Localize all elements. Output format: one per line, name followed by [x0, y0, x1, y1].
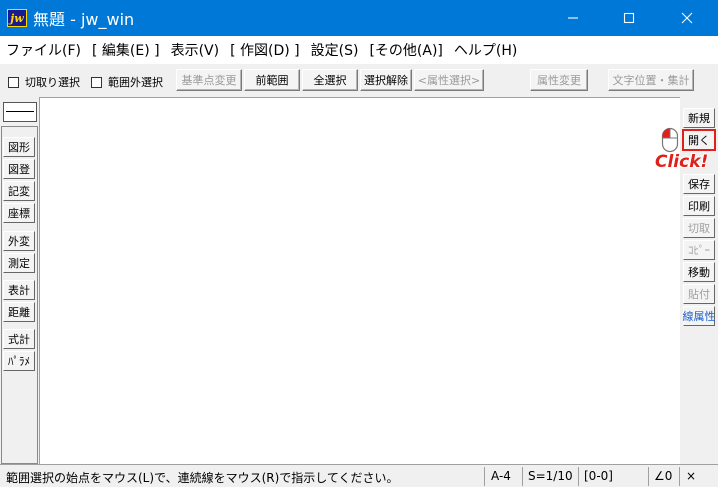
cut-select-checkbox[interactable]: 切取り選択 [8, 74, 80, 90]
click-annotation: Click! [655, 152, 709, 172]
outside-select-checkbox[interactable]: 範囲外選択 [91, 74, 163, 90]
menu-bar: ファイル(F) [ 編集(E) ] 表示(V) [ 作図(D) ] 設定(S) … [0, 36, 718, 64]
tool-copy[interactable]: ｺﾋﾟｰ [683, 240, 715, 260]
tool-symbol-change[interactable]: 記変 [3, 181, 35, 201]
tool-new[interactable]: 新規 [683, 108, 715, 128]
title-bar: jw 無題 - jw_win [0, 0, 718, 36]
status-divider [679, 467, 680, 486]
status-divider [648, 467, 649, 486]
window-title: 無題 - jw_win [33, 10, 135, 29]
status-layer[interactable]: [0-0] [584, 469, 613, 483]
tool-distance[interactable]: 距離 [3, 302, 35, 322]
status-message: 範囲選択の始点をマウス(L)で、連続線をマウス(R)で指示してください。 [6, 471, 399, 485]
maximize-button[interactable] [606, 0, 652, 36]
select-all-button[interactable]: 全選択 [302, 69, 358, 91]
attribute-select-button[interactable]: <属性選択> [414, 69, 484, 91]
checkbox-box [91, 76, 102, 88]
base-point-button[interactable]: 基準点変更 [176, 69, 242, 91]
prev-range-button[interactable]: 前範囲 [244, 69, 300, 91]
status-angle[interactable]: ∠0 [654, 469, 672, 483]
tool-parametric[interactable]: ﾊﾟﾗﾒ [3, 351, 35, 371]
menu-edit[interactable]: [ 編集(E) ] [92, 40, 160, 60]
text-position-button[interactable]: 文字位置・集計 [608, 69, 694, 91]
status-scale[interactable]: S=1/10 [528, 469, 573, 483]
status-paper-size[interactable]: A-4 [491, 469, 511, 483]
status-close[interactable]: × [686, 469, 696, 483]
tool-print[interactable]: 印刷 [683, 196, 715, 216]
tool-external-change[interactable]: 外変 [3, 231, 35, 251]
maximize-icon [623, 12, 635, 24]
toolbar: 切取り選択 範囲外選択 基準点変更 前範囲 全選択 選択解除 <属性選択> 属性… [0, 64, 718, 97]
mouse-icon [661, 127, 679, 153]
status-divider [522, 467, 523, 486]
minimize-button[interactable] [550, 0, 596, 36]
attribute-change-button[interactable]: 属性変更 [530, 69, 588, 91]
left-tool-panel: 図形 図登 記変 座標 外変 測定 表計 距離 式計 ﾊﾟﾗﾒ [0, 97, 39, 464]
tool-formula-calc[interactable]: 式計 [3, 329, 35, 349]
menu-draw[interactable]: [ 作図(D) ] [230, 40, 300, 60]
app-icon: jw [7, 9, 27, 27]
menu-help[interactable]: ヘルプ(H) [454, 40, 517, 60]
close-button[interactable] [664, 0, 710, 36]
tool-coordinates[interactable]: 座標 [3, 203, 35, 223]
line-type-sample[interactable] [3, 102, 37, 122]
tool-line-attribute[interactable]: 線属性 [683, 306, 716, 326]
status-divider [484, 467, 485, 486]
tool-paste[interactable]: 貼付 [683, 284, 715, 304]
cut-select-label: 切取り選択 [25, 76, 80, 89]
deselect-button[interactable]: 選択解除 [360, 69, 412, 91]
tool-measure[interactable]: 測定 [3, 253, 35, 273]
tool-figure-register[interactable]: 図登 [3, 159, 35, 179]
close-icon [681, 12, 693, 24]
tool-save[interactable]: 保存 [683, 174, 715, 194]
minimize-icon [568, 17, 578, 19]
tool-cut[interactable]: 切取 [683, 218, 715, 238]
tool-figure[interactable]: 図形 [3, 137, 35, 157]
status-divider [578, 467, 579, 486]
menu-view[interactable]: 表示(V) [171, 40, 220, 60]
checkbox-box [8, 76, 19, 88]
menu-file[interactable]: ファイル(F) [6, 40, 81, 60]
menu-settings[interactable]: 設定(S) [311, 40, 359, 60]
tool-move[interactable]: 移動 [683, 262, 715, 282]
status-bar: 範囲選択の始点をマウス(L)で、連続線をマウス(R)で指示してください。 A-4… [0, 464, 718, 487]
tool-open[interactable]: 開く [682, 129, 716, 151]
outside-select-label: 範囲外選択 [108, 76, 163, 89]
tool-table-calc[interactable]: 表計 [3, 280, 35, 300]
drawing-canvas[interactable] [39, 97, 680, 464]
menu-other[interactable]: [その他(A)] [369, 40, 442, 60]
